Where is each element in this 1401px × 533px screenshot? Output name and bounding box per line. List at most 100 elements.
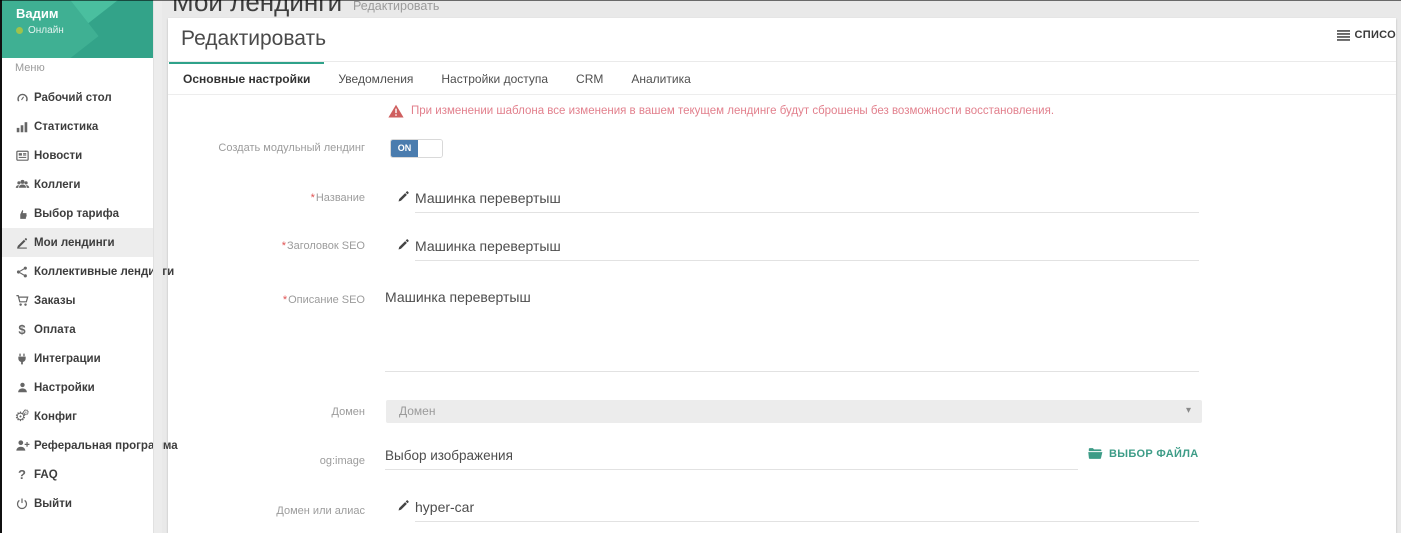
og-image-field-label: og:image <box>168 455 365 467</box>
news-icon <box>13 148 31 163</box>
sidebar-item-label: Заказы <box>34 295 75 307</box>
plug-icon <box>13 352 31 366</box>
app-window: Вадим Онлайн Меню Рабочий стол Статистик… <box>0 0 1401 533</box>
dollar-icon: $ <box>13 322 31 337</box>
choose-file-button[interactable]: ВЫБОР ФАЙЛА <box>1088 447 1199 460</box>
tab-analytics[interactable]: Аналитика <box>617 62 704 94</box>
sidebar-item-logout[interactable]: Выйти <box>0 489 153 518</box>
user-status: Онлайн <box>16 25 64 36</box>
sidebar-item-label: Выйти <box>34 498 72 510</box>
tab-access-settings[interactable]: Настройки доступа <box>427 62 562 94</box>
share-icon <box>13 265 31 279</box>
sidebar-item-referral[interactable]: Реферальная программа <box>0 431 153 460</box>
sidebar-item-label: Новости <box>34 150 82 162</box>
seo-title-field-label: *Заголовок SEO <box>168 240 365 252</box>
sidebar-item-tariff[interactable]: Выбор тарифа <box>0 199 153 228</box>
card-header: Редактировать СПИСОК <box>168 18 1396 62</box>
page-header: Мои лендинги Редактировать <box>172 0 1072 18</box>
pen-icon <box>13 236 31 250</box>
breadcrumb: Редактировать <box>353 0 439 13</box>
edit-pencil-icon[interactable] <box>397 238 410 256</box>
toggle-off-segment <box>418 140 442 157</box>
cart-icon <box>13 293 31 308</box>
warning-icon <box>388 104 404 118</box>
menu-section-label: Меню <box>15 62 45 74</box>
window-top-edge <box>0 0 1401 1</box>
window-left-edge <box>0 0 2 533</box>
domain-select[interactable]: Домен ▾ <box>386 400 1202 423</box>
edit-pencil-icon[interactable] <box>397 499 410 517</box>
tab-crm[interactable]: CRM <box>562 62 617 94</box>
user-name: Вадим <box>16 6 58 21</box>
sidebar-item-label: Настройки <box>34 382 95 394</box>
chevron-down-icon: ▾ <box>1186 400 1191 422</box>
title-input[interactable] <box>415 184 1199 213</box>
page-title: Мои лендинги <box>172 0 342 17</box>
domain-select-value: Домен <box>399 400 436 423</box>
sidebar-item-label: Конфиг <box>34 411 77 423</box>
bar-chart-icon <box>13 120 31 134</box>
gears-icon: ⚙⚙ <box>13 410 31 423</box>
sidebar-item-statistics[interactable]: Статистика <box>0 112 153 141</box>
module-toggle[interactable]: ON <box>390 139 443 158</box>
sidebar-item-settings[interactable]: Настройки <box>0 373 153 402</box>
edit-pencil-icon[interactable] <box>397 190 410 208</box>
sidebar-item-label: Оплата <box>34 324 76 336</box>
sidebar-item-config[interactable]: ⚙⚙ Конфиг <box>0 402 153 431</box>
sidebar-item-orders[interactable]: Заказы <box>0 286 153 315</box>
sidebar-item-news[interactable]: Новости <box>0 141 153 170</box>
question-icon: ? <box>13 467 31 482</box>
sidebar-item-dashboard[interactable]: Рабочий стол <box>0 83 153 112</box>
sidebar-item-label: Статистика <box>34 121 98 133</box>
list-button-label: СПИСОК <box>1355 29 1397 41</box>
warning-text: При изменении шаблона все изменения в ва… <box>411 104 1054 117</box>
dashboard-icon <box>13 90 31 105</box>
module-toggle-label: Создать модульный лендинг <box>168 142 365 154</box>
sidebar-item-collective-landings[interactable]: Коллективные лендинги <box>0 257 153 286</box>
seo-description-textarea[interactable]: Машинка перевертыш <box>385 286 1199 372</box>
alias-input[interactable] <box>415 493 1199 522</box>
choose-file-label: ВЫБОР ФАЙЛА <box>1109 448 1199 460</box>
sidebar-item-my-landings[interactable]: Мои лендинги <box>0 228 153 257</box>
list-button[interactable]: СПИСОК <box>1337 29 1397 41</box>
sidebar-item-label: Рабочий стол <box>34 92 112 104</box>
sidebar-item-label: Интеграции <box>34 353 101 365</box>
alias-field-label: Домен или алиас <box>168 505 365 517</box>
hand-pointer-icon <box>13 207 31 221</box>
required-asterisk: * <box>283 294 287 306</box>
online-status-dot <box>16 27 23 34</box>
tab-notifications[interactable]: Уведомления <box>324 62 427 94</box>
users-icon <box>13 177 31 192</box>
sidebar-scrollbar[interactable] <box>153 0 162 533</box>
card-title: Редактировать <box>181 27 326 51</box>
user-plus-icon <box>13 438 31 453</box>
toggle-on-segment: ON <box>391 140 418 157</box>
list-icon <box>1337 30 1350 41</box>
sidebar-nav: Рабочий стол Статистика Новости Коллеги … <box>0 83 153 518</box>
tab-main-settings[interactable]: Основные настройки <box>169 62 324 94</box>
sidebar-item-payment[interactable]: $ Оплата <box>0 315 153 344</box>
sidebar-item-faq[interactable]: ? FAQ <box>0 460 153 489</box>
template-warning: При изменении шаблона все изменения в ва… <box>388 104 1054 118</box>
sidebar: Вадим Онлайн Меню Рабочий стол Статистик… <box>0 0 153 533</box>
required-asterisk: * <box>311 192 315 204</box>
online-status-label: Онлайн <box>28 25 64 36</box>
title-field-label: *Название <box>168 192 365 204</box>
og-image-input[interactable] <box>385 442 1078 470</box>
sidebar-item-label: Мои лендинги <box>34 237 115 249</box>
user-panel: Вадим Онлайн <box>0 0 153 58</box>
user-icon <box>13 381 31 394</box>
required-asterisk: * <box>282 240 286 252</box>
domain-field-label: Домен <box>168 406 365 418</box>
power-icon <box>13 497 31 511</box>
sidebar-item-label: Коллеги <box>34 179 80 191</box>
sidebar-item-label: Выбор тарифа <box>34 208 119 220</box>
sidebar-item-colleagues[interactable]: Коллеги <box>0 170 153 199</box>
edit-card: Редактировать СПИСОК Основные настройки … <box>168 18 1396 533</box>
sidebar-item-label: FAQ <box>34 469 58 481</box>
folder-icon <box>1088 447 1103 460</box>
sidebar-item-integrations[interactable]: Интеграции <box>0 344 153 373</box>
tab-bar: Основные настройки Уведомления Настройки… <box>168 62 1396 95</box>
seo-description-field-label: *Описание SEO <box>168 294 365 306</box>
seo-title-input[interactable] <box>415 232 1199 261</box>
